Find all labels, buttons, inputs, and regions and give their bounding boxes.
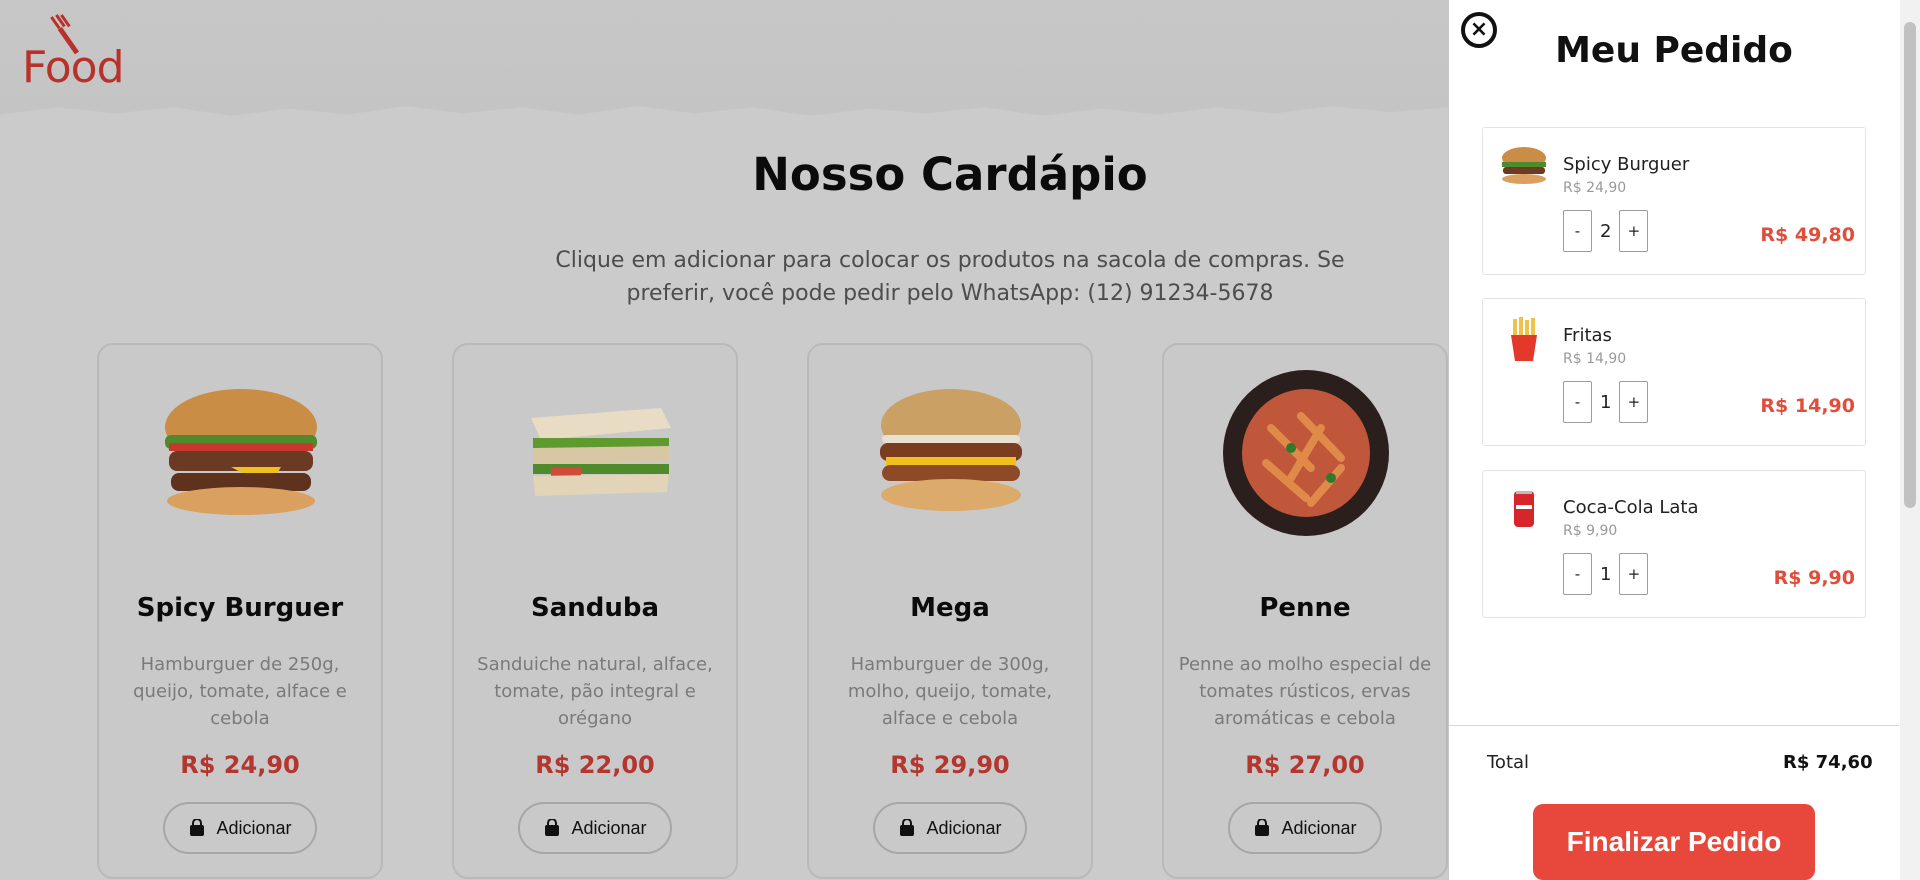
cart-item: Spicy Burguer R$ 24,90 - 2 + R$ 49,80: [1482, 127, 1866, 275]
product-card: Sanduba Sanduiche natural, alface, tomat…: [452, 343, 738, 879]
product-description: Penne ao molho especial de tomates rústi…: [1178, 654, 1432, 729]
food-logo[interactable]: Food: [22, 14, 142, 93]
product-name: Mega: [910, 593, 990, 623]
cart-item-unit-price: R$ 24,90: [1563, 180, 1627, 196]
menu-page: Food Nosso Cardápio Clique em adicionar …: [0, 0, 1448, 880]
add-to-cart-button[interactable]: Adicionar: [518, 802, 672, 854]
cart-item-name: Fritas: [1563, 325, 1612, 346]
product-description: Hamburguer de 250g, queijo, tomate, alfa…: [133, 654, 347, 729]
burger-icon: [861, 373, 1041, 533]
sandwich-icon: [506, 373, 686, 533]
quantity-value: 1: [1600, 563, 1612, 585]
total-label: Total: [1487, 752, 1530, 773]
decrease-button[interactable]: -: [1563, 553, 1592, 595]
product-price: R$ 22,00: [535, 751, 655, 779]
add-button-label: Adicionar: [571, 817, 647, 838]
quantity-stepper: - 1 +: [1563, 381, 1649, 423]
add-to-cart-button[interactable]: Adicionar: [163, 802, 317, 854]
menu-title: Nosso Cardápio: [752, 148, 1148, 201]
add-button-label: Adicionar: [1281, 817, 1357, 838]
quantity-value: 1: [1600, 391, 1612, 413]
increase-button[interactable]: +: [1619, 381, 1649, 423]
cart-modal: × Meu Pedido Spicy Burguer R$ 24,90 - 2 …: [1448, 0, 1920, 880]
cart-item-name: Spicy Burguer: [1563, 154, 1690, 175]
product-description: Hamburguer de 300g, molho, queijo, tomat…: [847, 654, 1053, 729]
quantity-value: 2: [1600, 220, 1612, 242]
logo-text: Food: [22, 42, 125, 93]
product-price: R$ 29,90: [890, 751, 1010, 779]
header-banner: [0, 0, 1448, 116]
soda-can-icon: [1497, 489, 1551, 543]
product-price: R$ 27,00: [1245, 751, 1365, 779]
cart-divider: [1449, 725, 1899, 726]
burger-icon: [151, 373, 331, 533]
add-to-cart-button[interactable]: Adicionar: [1228, 802, 1382, 854]
product-name: Spicy Burguer: [136, 593, 344, 623]
add-to-cart-button[interactable]: Adicionar: [873, 802, 1027, 854]
cart-item-name: Coca-Cola Lata: [1563, 497, 1699, 518]
shopping-bag-icon: [1255, 819, 1270, 836]
add-button-label: Adicionar: [926, 817, 1002, 838]
shopping-bag-icon: [545, 819, 560, 836]
scrollbar[interactable]: [1900, 0, 1920, 880]
quantity-stepper: - 2 +: [1563, 210, 1649, 252]
cart-item: Coca-Cola Lata R$ 9,90 - 1 + R$ 9,90: [1482, 470, 1866, 618]
product-card: Spicy Burguer Hamburguer de 250g, queijo…: [97, 343, 383, 879]
scrollbar-thumb[interactable]: [1904, 22, 1916, 508]
cart-item-subtotal: R$ 49,80: [1760, 224, 1855, 246]
decrease-button[interactable]: -: [1563, 381, 1592, 423]
burger-icon: [1497, 146, 1551, 200]
increase-button[interactable]: +: [1619, 210, 1649, 252]
fries-icon: [1497, 317, 1551, 371]
product-description: Sanduiche natural, alface, tomate, pão i…: [477, 654, 713, 729]
cart-item-unit-price: R$ 14,90: [1563, 351, 1627, 367]
product-name: Sanduba: [530, 593, 660, 623]
menu-subtitle: Clique em adicionar para colocar os prod…: [555, 248, 1345, 306]
cart-item-subtotal: R$ 9,90: [1773, 567, 1855, 589]
increase-button[interactable]: +: [1619, 553, 1649, 595]
shopping-bag-icon: [190, 819, 205, 836]
cart-title: Meu Pedido: [1555, 30, 1793, 71]
product-price: R$ 24,90: [180, 751, 300, 779]
decrease-button[interactable]: -: [1563, 210, 1592, 252]
product-card: Mega Hamburguer de 300g, molho, queijo, …: [807, 343, 1093, 879]
cart-item: Fritas R$ 14,90 - 1 + R$ 14,90: [1482, 298, 1866, 446]
product-card: Penne Penne ao molho especial de tomates…: [1162, 343, 1448, 879]
cart-item-subtotal: R$ 14,90: [1760, 395, 1855, 417]
add-button-label: Adicionar: [216, 817, 292, 838]
pasta-icon: [1216, 370, 1396, 536]
cart-item-unit-price: R$ 9,90: [1563, 523, 1618, 539]
product-name: Penne: [1259, 593, 1351, 623]
total-value: R$ 74,60: [1783, 752, 1873, 773]
quantity-stepper: - 1 +: [1563, 553, 1649, 595]
finalize-order-button[interactable]: Finalizar Pedido: [1533, 804, 1815, 880]
shopping-bag-icon: [900, 819, 915, 836]
